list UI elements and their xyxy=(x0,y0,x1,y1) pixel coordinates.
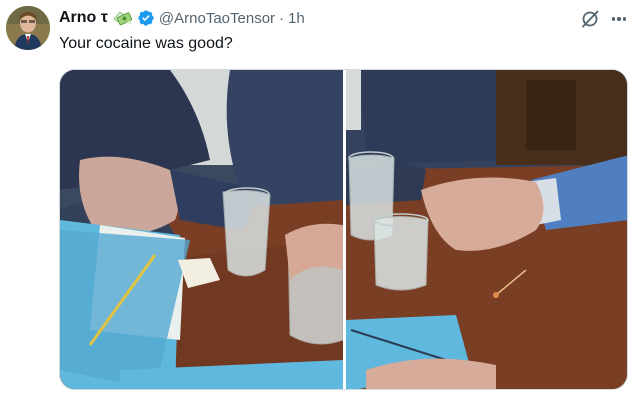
tweet-header: Arno τ @ArnoTaoTensor · 1h xyxy=(59,7,305,29)
verified-icon[interactable] xyxy=(137,9,155,27)
tweet-timestamp[interactable]: 1h xyxy=(288,10,305,27)
more-dot xyxy=(622,17,627,21)
tweet-text: Your cocaine was good? xyxy=(59,35,233,52)
separator-dot: · xyxy=(279,9,285,27)
media-image-left[interactable] xyxy=(60,70,343,389)
money-with-wings-emoji xyxy=(112,9,134,27)
author-avatar[interactable] xyxy=(6,6,50,50)
more-dot xyxy=(617,17,621,21)
tweet-media[interactable] xyxy=(59,69,628,390)
more-dot xyxy=(611,17,616,21)
author-name[interactable]: Arno τ xyxy=(59,9,108,27)
more-icon[interactable] xyxy=(608,9,630,29)
grok-icon[interactable] xyxy=(580,9,600,29)
media-image-right[interactable] xyxy=(346,70,627,389)
author-handle[interactable]: @ArnoTaoTensor xyxy=(159,10,275,27)
